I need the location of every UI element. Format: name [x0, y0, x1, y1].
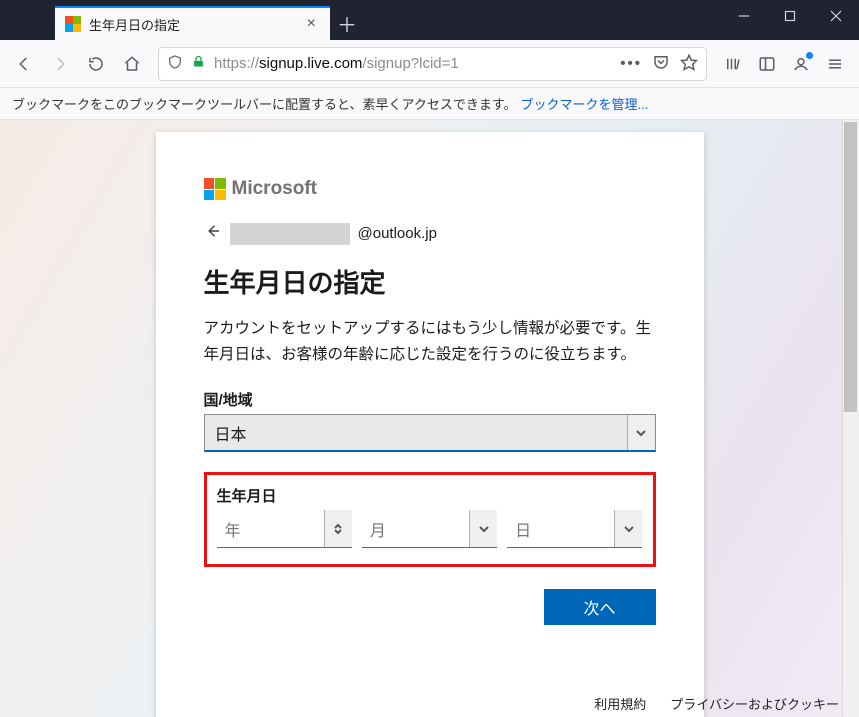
minimize-button[interactable] — [721, 0, 767, 32]
microsoft-logo-icon — [204, 178, 226, 200]
forward-button[interactable] — [44, 48, 76, 80]
account-button[interactable] — [785, 48, 817, 80]
close-window-button[interactable] — [813, 0, 859, 32]
chevron-down-icon — [469, 510, 497, 547]
tab-close-button[interactable]: × — [303, 15, 320, 33]
browser-tab[interactable]: 生年月日の指定 × — [55, 6, 330, 40]
microsoft-brand: Microsoft — [204, 178, 656, 200]
number-spinner-icon[interactable] — [324, 510, 352, 547]
back-button[interactable] — [8, 48, 40, 80]
maximize-button[interactable] — [767, 0, 813, 32]
country-value: 日本 — [215, 421, 247, 445]
country-select[interactable]: 日本 — [204, 414, 656, 452]
page-heading: 生年月日の指定 — [204, 263, 656, 300]
library-button[interactable] — [717, 48, 749, 80]
tracking-shield-icon[interactable] — [167, 54, 183, 74]
page-actions-menu-icon[interactable]: ••• — [620, 55, 642, 72]
country-label: 国/地域 — [204, 389, 656, 410]
reload-button[interactable] — [80, 48, 112, 80]
dob-highlight-box: 生年月日 年 月 日 — [204, 472, 656, 567]
microsoft-favicon — [65, 16, 81, 32]
privacy-link[interactable]: プライバシーおよびクッキー — [670, 694, 839, 713]
identity-email-domain: @outlook.jp — [358, 225, 437, 242]
scrollbar-track[interactable] — [842, 120, 859, 717]
manage-bookmarks-link[interactable]: ブックマークを管理... — [521, 94, 649, 113]
pocket-icon[interactable] — [652, 53, 670, 75]
tab-title: 生年月日の指定 — [89, 15, 303, 34]
chevron-down-icon — [627, 415, 655, 450]
footer-links: 利用規約 プライバシーおよびクッキー — [594, 694, 839, 713]
month-placeholder: 月 — [370, 517, 386, 541]
browser-toolbar: https://signup.live.com/signup?lcid=1 ••… — [0, 40, 859, 88]
signup-card: Microsoft @outlook.jp 生年月日の指定 アカウントをセットア… — [156, 132, 704, 717]
window-titlebar: 生年月日の指定 × ＋ — [0, 0, 859, 40]
day-placeholder: 日 — [515, 517, 531, 541]
app-menu-button[interactable] — [819, 48, 851, 80]
url-text: https://signup.live.com/signup?lcid=1 — [214, 55, 459, 72]
dob-year-input[interactable]: 年 — [217, 510, 352, 548]
identity-redacted — [230, 223, 350, 245]
brand-text: Microsoft — [232, 178, 318, 200]
dob-month-select[interactable]: 月 — [362, 510, 497, 548]
dob-day-select[interactable]: 日 — [507, 510, 642, 548]
scrollbar-thumb[interactable] — [844, 122, 857, 412]
new-tab-button[interactable]: ＋ — [330, 6, 364, 40]
year-placeholder: 年 — [225, 517, 241, 541]
identity-back-button[interactable] — [204, 222, 222, 245]
page-viewport: Microsoft @outlook.jp 生年月日の指定 アカウントをセットア… — [0, 120, 859, 717]
home-button[interactable] — [116, 48, 148, 80]
page-description: アカウントをセットアップするにはもう少し情報が必要です。生年月日は、お客様の年齢… — [204, 316, 656, 367]
terms-link[interactable]: 利用規約 — [594, 694, 646, 713]
dob-label: 生年月日 — [217, 485, 643, 506]
bookmark-star-icon[interactable] — [680, 53, 698, 75]
sidebar-button[interactable] — [751, 48, 783, 80]
lock-icon[interactable] — [191, 54, 206, 73]
chevron-down-icon — [614, 510, 642, 547]
notification-dot-icon — [806, 52, 813, 59]
bookmark-toolbar: ブックマークをこのブックマークツールバーに配置すると、素早くアクセスできます。 … — [0, 88, 859, 120]
window-controls — [721, 0, 859, 40]
next-button[interactable]: 次へ — [544, 589, 656, 625]
identity-row: @outlook.jp — [204, 222, 656, 245]
url-bar[interactable]: https://signup.live.com/signup?lcid=1 ••… — [158, 47, 707, 81]
bookmark-hint-text: ブックマークをこのブックマークツールバーに配置すると、素早くアクセスできます。 — [12, 94, 517, 113]
